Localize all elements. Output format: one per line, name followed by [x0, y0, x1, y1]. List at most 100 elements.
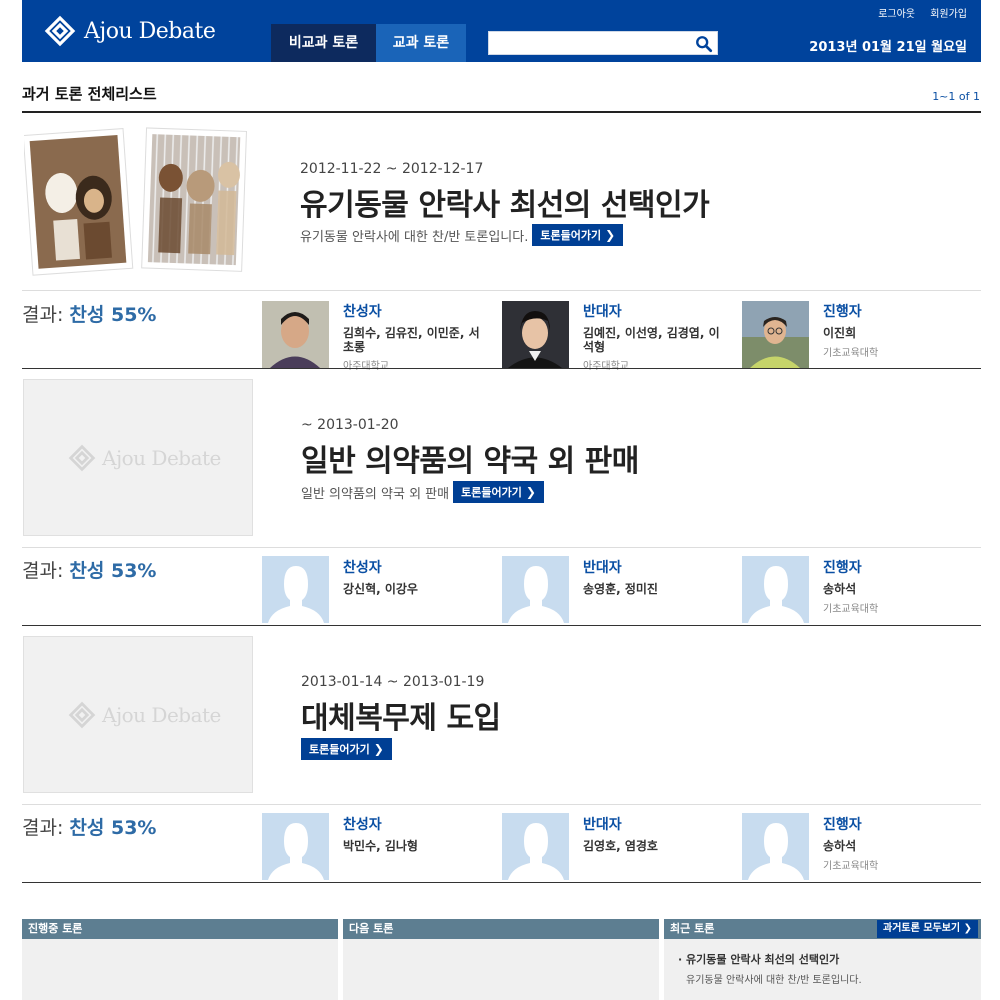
person-photo	[502, 301, 569, 368]
debate-image-placeholder[interactable]: Ajou Debate	[23, 636, 253, 793]
pro-avatar	[262, 813, 329, 880]
logo-icon	[68, 444, 96, 472]
enter-debate-label: 토론들어가기	[461, 486, 522, 499]
debate-description-row: 일반 의약품의 약국 외 판매 토론들어가기 ❯	[301, 481, 544, 503]
pro-names: 김희수, 김유진, 이민준, 서초롱	[343, 326, 480, 354]
moderator-affiliation: 기초교육대학	[823, 348, 879, 359]
divider	[22, 111, 981, 113]
debate-title[interactable]: 유기동물 안락사 최선의 선택인가	[300, 180, 710, 224]
divider	[22, 290, 981, 291]
pro-avatar	[262, 556, 329, 623]
logo-text: Ajou Debate	[84, 18, 216, 44]
debate-image-placeholder[interactable]: Ajou Debate	[23, 379, 253, 536]
debate-title[interactable]: 일반 의약품의 약국 외 판매	[301, 436, 639, 480]
pro-title: 찬성자	[343, 817, 382, 833]
pro-names: 강신혁, 이강우	[343, 582, 418, 596]
debate-title[interactable]: 대체복무제 도입	[301, 693, 501, 737]
debate-description: 일반 의약품의 약국 외 판매	[301, 486, 450, 502]
chevron-right-icon: ❯	[605, 228, 616, 242]
pro-affiliation: 아주대학교	[343, 361, 389, 372]
con-title: 반대자	[583, 560, 622, 576]
next-panel-header: 다음 토론	[343, 919, 659, 939]
enter-debate-button[interactable]: 토론들어가기 ❯	[301, 738, 392, 760]
result-value: 찬성 53%	[69, 817, 157, 839]
default-avatar-icon	[262, 813, 329, 880]
next-debate-panel: 다음 토론	[343, 919, 659, 1000]
moderator-title: 진행자	[823, 817, 862, 833]
moderator-title: 진행자	[823, 560, 862, 576]
con-names: 송영훈, 정미진	[583, 582, 658, 596]
view-all-past-debates-button[interactable]: 과거토론 모두보기 ❯	[877, 920, 978, 938]
recent-panel-title: 최근 토론	[670, 922, 715, 935]
tab-extracurricular-debate[interactable]: 비교과 토론	[271, 24, 376, 62]
ongoing-panel-header: 진행중 토론	[22, 919, 338, 939]
con-names: 김영호, 염경호	[583, 839, 658, 853]
debate-image-photos[interactable]	[22, 124, 250, 280]
debate-description: 유기동물 안락사에 대한 찬/반 토론입니다.	[300, 229, 529, 245]
recent-debate-description: 유기동물 안락사에 대한 찬/반 토론입니다.	[686, 975, 862, 986]
result-label: 결과:	[22, 817, 64, 839]
ongoing-debate-panel: 진행중 토론	[22, 919, 338, 1000]
default-avatar-icon	[502, 556, 569, 623]
debate-period: ~ 2013-01-20	[301, 417, 399, 433]
debate-result: 결과: 찬성 55%	[22, 300, 156, 327]
pagination-info: 1~1 of 1	[932, 90, 980, 103]
moderator-avatar	[742, 813, 809, 880]
moderator-affiliation: 기초교육대학	[823, 861, 879, 872]
moderator-title: 진행자	[823, 304, 862, 320]
person-photo	[742, 301, 809, 368]
view-all-label: 과거토론 모두보기	[883, 923, 961, 934]
placeholder-logo-text: Ajou Debate	[102, 703, 221, 727]
result-value: 찬성 53%	[69, 560, 157, 582]
top-header: Ajou Debate 비교과 토론 교과 토론 로그아웃 회원가입 2013년…	[22, 0, 981, 62]
debate-result: 결과: 찬성 53%	[22, 813, 156, 840]
moderator-avatar	[742, 301, 809, 368]
chevron-right-icon: ❯	[963, 923, 972, 934]
placeholder-logo: Ajou Debate	[68, 701, 221, 729]
con-avatar	[502, 301, 569, 368]
moderator-names: 송하석	[823, 839, 857, 853]
divider	[22, 882, 981, 883]
tab-curricular-debate[interactable]: 교과 토론	[376, 24, 466, 62]
pro-title: 찬성자	[343, 304, 382, 320]
result-label: 결과:	[22, 304, 64, 326]
con-avatar	[502, 556, 569, 623]
moderator-affiliation: 기초교육대학	[823, 604, 879, 615]
debate-description-row: 유기동물 안락사에 대한 찬/반 토론입니다. 토론들어가기 ❯	[300, 224, 624, 246]
debate-period: 2012-11-22 ~ 2012-12-17	[300, 161, 484, 177]
enter-debate-button[interactable]: 토론들어가기 ❯	[453, 481, 544, 503]
logout-link[interactable]: 로그아웃	[878, 9, 915, 20]
chevron-right-icon: ❯	[373, 742, 384, 756]
debate-description-row: 토론들어가기 ❯	[297, 738, 392, 760]
page-title: 과거 토론 전체리스트	[22, 85, 157, 103]
recent-debate-panel: 최근 토론 과거토론 모두보기 ❯ · 유기동물 안락사 최선의 선택인가 유기…	[664, 919, 981, 1000]
divider	[22, 804, 981, 805]
moderator-names: 이진희	[823, 326, 857, 340]
divider	[22, 625, 981, 626]
recent-debate-item[interactable]: · 유기동물 안락사 최선의 선택인가 유기동물 안락사에 대한 찬/반 토론입…	[664, 939, 981, 986]
signup-link[interactable]: 회원가입	[930, 9, 967, 20]
result-value: 찬성 55%	[69, 304, 157, 326]
con-names: 김예진, 이선영, 김경엽, 이석형	[583, 326, 720, 354]
enter-debate-label: 토론들어가기	[309, 743, 370, 756]
con-title: 반대자	[583, 304, 622, 320]
person-photo	[262, 301, 329, 368]
pro-names: 박민수, 김나형	[343, 839, 418, 853]
site-logo[interactable]: Ajou Debate	[44, 14, 216, 48]
current-date: 2013년 01월 21일 월요일	[809, 40, 967, 55]
search-box	[488, 31, 718, 55]
placeholder-logo: Ajou Debate	[68, 444, 221, 472]
recent-panel-header: 최근 토론 과거토론 모두보기 ❯	[664, 919, 981, 939]
default-avatar-icon	[262, 556, 329, 623]
moderator-avatar	[742, 556, 809, 623]
default-avatar-icon	[742, 556, 809, 623]
con-affiliation: 아주대학교	[583, 361, 629, 372]
top-links: 로그아웃 회원가입	[866, 5, 967, 20]
enter-debate-button[interactable]: 토론들어가기 ❯	[532, 224, 624, 246]
divider	[22, 368, 981, 369]
search-input[interactable]	[489, 32, 689, 54]
moderator-names: 송하석	[823, 582, 857, 596]
search-icon[interactable]	[695, 35, 713, 53]
con-title: 반대자	[583, 817, 622, 833]
logo-icon	[68, 701, 96, 729]
